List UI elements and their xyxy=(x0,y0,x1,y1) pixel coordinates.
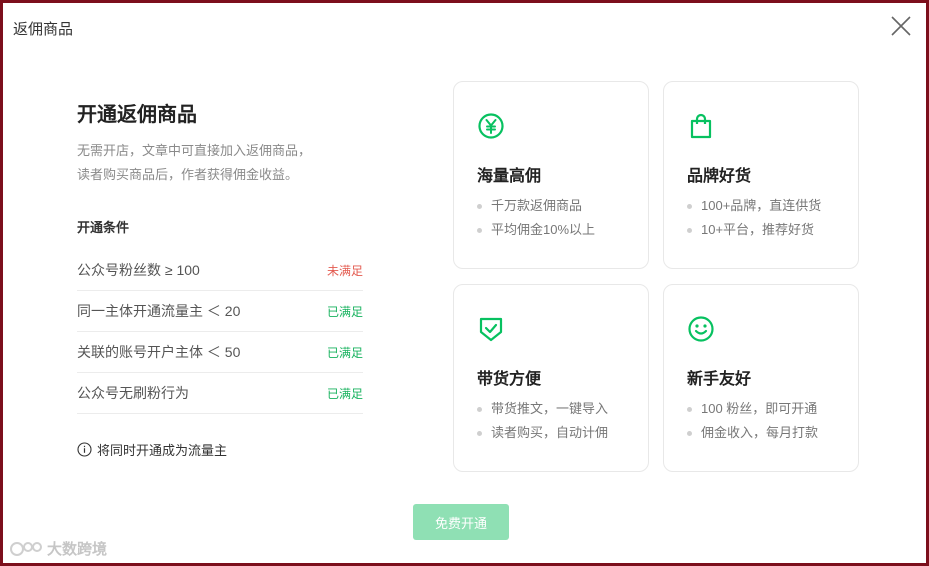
feature-card-easy-selling: 带货方便 带货推文，一键导入 读者购买，自动计佣 xyxy=(453,284,649,472)
condition-label: 公众号无刷粉行为 xyxy=(77,385,189,401)
watermark-text: 大数跨境 xyxy=(47,541,108,558)
feature-card-high-commission: 海量高佣 千万款返佣商品 平均佣金10%以上 xyxy=(453,81,649,269)
feature-point: 平均佣金10%以上 xyxy=(477,218,595,242)
condition-row: 公众号粉丝数 ≥ 100 未满足 xyxy=(77,250,363,291)
conditions-list: 公众号粉丝数 ≥ 100 未满足 同一主体开通流量主 ＜ 20 已满足 关联的账… xyxy=(77,250,363,414)
info-icon xyxy=(77,442,92,457)
feature-point: 千万款返佣商品 xyxy=(477,194,595,218)
dialog-title: 返佣商品 xyxy=(13,21,74,38)
intro-panel: 开通返佣商品 无需开店，文章中可直接加入返佣商品， 读者购买商品后，作者获得佣金… xyxy=(77,98,363,459)
feature-card-brand-goods: 品牌好货 100+品牌，直连供货 10+平台，推荐好货 xyxy=(663,81,859,269)
intro-description: 无需开店，文章中可直接加入返佣商品， 读者购买商品后，作者获得佣金收益。 xyxy=(77,139,363,187)
smile-face-icon xyxy=(688,316,714,342)
feature-title: 海量高佣 xyxy=(477,168,542,185)
shield-check-icon xyxy=(479,317,503,342)
condition-row: 公众号无刷粉行为 已满足 xyxy=(77,373,363,414)
feature-title: 品牌好货 xyxy=(687,168,752,185)
condition-status: 已满足 xyxy=(326,345,363,360)
feature-title: 新手友好 xyxy=(687,371,752,388)
note-text: 将同时开通成为流量主 xyxy=(97,443,228,458)
feature-point: 佣金收入，每月打款 xyxy=(687,421,818,445)
condition-status: 已满足 xyxy=(326,386,363,401)
feature-point: 读者购买，自动计佣 xyxy=(477,421,608,445)
condition-label: 同一主体开通流量主 ＜ 20 xyxy=(77,303,241,319)
feature-point: 10+平台，推荐好货 xyxy=(687,218,821,242)
condition-row: 关联的账号开户主体 ＜ 50 已满足 xyxy=(77,332,363,373)
condition-status: 未满足 xyxy=(326,263,363,278)
rebate-goods-dialog: 返佣商品 开通返佣商品 无需开店，文章中可直接加入返佣商品， 读者购买商品后，作… xyxy=(3,3,926,563)
watermark-logo-icon xyxy=(10,541,42,556)
feature-title: 带货方便 xyxy=(477,371,542,388)
feature-points: 千万款返佣商品 平均佣金10%以上 xyxy=(477,194,595,242)
feature-points: 100+品牌，直连供货 10+平台，推荐好货 xyxy=(687,194,821,242)
condition-label: 关联的账号开户主体 ＜ 50 xyxy=(77,344,241,360)
feature-points: 100 粉丝，即可开通 佣金收入，每月打款 xyxy=(687,397,818,445)
free-open-button[interactable]: 免费开通 xyxy=(413,504,509,540)
feature-point: 带货推文，一键导入 xyxy=(477,397,608,421)
condition-status: 已满足 xyxy=(326,304,363,319)
feature-card-beginner-friendly: 新手友好 100 粉丝，即可开通 佣金收入，每月打款 xyxy=(663,284,859,472)
close-icon xyxy=(891,16,911,36)
close-button[interactable] xyxy=(890,15,912,37)
condition-label: 公众号粉丝数 ≥ 100 xyxy=(77,262,200,278)
feature-point: 100+品牌，直连供货 xyxy=(687,194,821,218)
intro-heading: 开通返佣商品 xyxy=(77,104,197,126)
yen-coin-icon xyxy=(478,113,504,139)
intro-desc-line: 无需开店，文章中可直接加入返佣商品， xyxy=(77,143,312,158)
traffic-master-note: 将同时开通成为流量主 xyxy=(77,440,363,459)
watermark: 大数跨境 xyxy=(9,538,107,559)
conditions-title: 开通条件 xyxy=(77,220,130,235)
intro-desc-line: 读者购买商品后，作者获得佣金收益。 xyxy=(77,167,299,182)
shopping-bag-icon xyxy=(690,113,712,139)
condition-row: 同一主体开通流量主 ＜ 20 已满足 xyxy=(77,291,363,332)
feature-point: 100 粉丝，即可开通 xyxy=(687,397,818,421)
feature-points: 带货推文，一键导入 读者购买，自动计佣 xyxy=(477,397,608,445)
